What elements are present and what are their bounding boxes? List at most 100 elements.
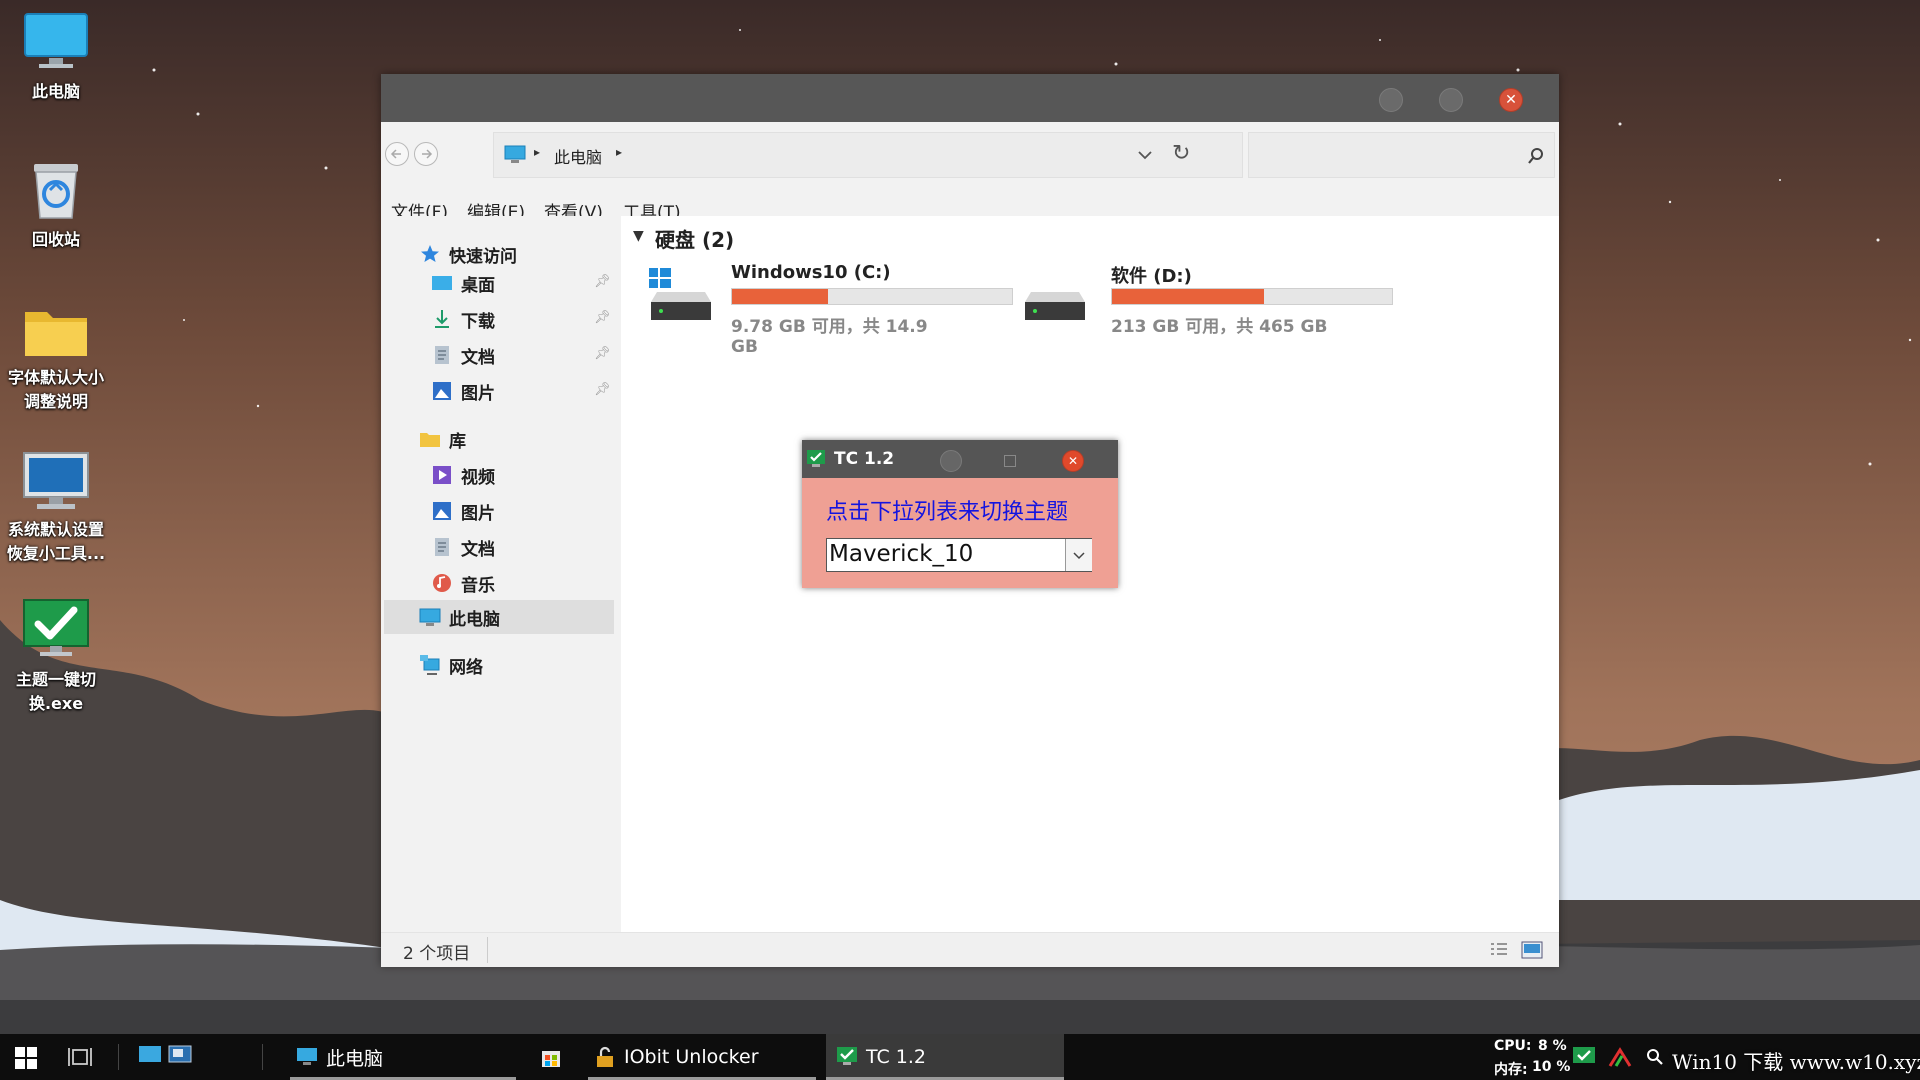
tc-titlebar[interactable]: TC 1.2 ✕ xyxy=(802,440,1118,478)
desktop-icon-recycle-bin[interactable]: 回收站 xyxy=(0,156,112,252)
switch-windows-icon[interactable] xyxy=(168,1044,192,1066)
section-title[interactable]: 硬盘 (2) xyxy=(655,224,734,253)
drive-usage-bar xyxy=(731,288,1013,305)
computer-icon xyxy=(297,1048,317,1065)
sidebar-item-label: 下载 xyxy=(461,311,495,332)
drive-free-space: 213 GB 可用，共 465 GB xyxy=(1111,317,1328,337)
search-box[interactable] xyxy=(1248,132,1555,178)
details-view-icon[interactable] xyxy=(1489,941,1509,959)
tc-title: TC 1.2 xyxy=(834,449,895,469)
breadcrumb-separator-icon: ▸ xyxy=(534,145,541,159)
search-input[interactable] xyxy=(1255,141,1509,169)
sidebar-item-library[interactable]: 库 xyxy=(419,424,466,454)
computer-icon xyxy=(504,145,526,163)
desktop-folder-icon xyxy=(432,276,452,290)
explorer-titlebar[interactable]: ✕ xyxy=(381,74,1559,122)
breadcrumb-location[interactable]: 此电脑 xyxy=(554,144,602,168)
desktop-icon-label: 回收站 xyxy=(31,230,80,249)
sidebar-item-music[interactable]: 音乐 xyxy=(431,568,495,598)
sidebar-item-documents[interactable]: 文档 xyxy=(431,340,495,370)
search-icon[interactable] xyxy=(1527,147,1545,165)
tc-minimize-button[interactable] xyxy=(940,450,962,472)
document-icon xyxy=(435,538,449,556)
desktop-icon-label: 系统默认设置 恢复小工具... xyxy=(6,520,106,563)
tc-prompt: 点击下拉列表来切换主题 xyxy=(826,500,1069,525)
large-icons-view-icon[interactable] xyxy=(1521,941,1543,959)
item-count: 2 个项目 xyxy=(403,944,471,964)
status-bar: 2 个项目 xyxy=(381,932,1559,967)
monitor-icon xyxy=(23,452,89,509)
search-icon[interactable] xyxy=(1646,1048,1664,1066)
tc-maximize-button[interactable] xyxy=(1004,455,1016,467)
back-arrow-icon xyxy=(390,149,401,159)
watermark-text: Win10 下载 www.w10.xyz xyxy=(1672,1050,1920,1074)
video-icon xyxy=(433,466,451,484)
windows-start-icon[interactable] xyxy=(14,1046,38,1070)
sidebar-item-label: 文档 xyxy=(461,347,495,368)
desktop-icon-label: 主题一键切 换.exe xyxy=(15,670,96,713)
library-folder-icon xyxy=(420,433,440,447)
refresh-icon[interactable]: ↻ xyxy=(1172,141,1190,166)
breadcrumb-separator-icon[interactable]: ▸ xyxy=(616,145,622,159)
sidebar-item-library-pictures[interactable]: 图片 xyxy=(431,496,495,526)
taskbar-item-iobit-unlocker[interactable]: IObit Unlocker xyxy=(588,1034,816,1080)
document-icon xyxy=(435,346,449,364)
sidebar-item-label: 库 xyxy=(449,431,466,452)
navigation-bar: ▸ 此电脑 ▸ ↻ xyxy=(381,122,1559,186)
show-desktop-icon[interactable] xyxy=(138,1044,162,1066)
tc-close-button[interactable]: ✕ xyxy=(1062,450,1084,472)
pin-icon[interactable]: 📌︎ xyxy=(594,346,611,361)
maximize-button[interactable] xyxy=(1439,88,1463,112)
taskbar: 此电脑 IObit Unlocker TC 1.2 CPU: 8 % 内存: 1… xyxy=(0,1034,1920,1080)
cpu-label: CPU: xyxy=(1494,1038,1532,1054)
theme-dropdown[interactable]: Maverick_10 xyxy=(826,538,1092,572)
recycle-bin-icon xyxy=(34,164,78,219)
taskbar-item-this-pc[interactable]: 此电脑 xyxy=(290,1034,516,1080)
checkmark-tray-icon[interactable] xyxy=(1572,1046,1596,1068)
close-icon: ✕ xyxy=(1505,92,1517,108)
unlock-icon xyxy=(597,1046,613,1067)
sidebar-item-pictures[interactable]: 图片 xyxy=(431,376,495,406)
sidebar-item-downloads[interactable]: 下载 xyxy=(431,304,495,334)
taskbar-item-tc[interactable]: TC 1.2 xyxy=(826,1034,1064,1080)
sidebar-item-videos[interactable]: 视频 xyxy=(431,460,495,490)
pin-icon[interactable]: 📌︎ xyxy=(594,382,611,397)
desktop-icon-label: 此电脑 xyxy=(31,82,80,101)
sidebar-item-label: 图片 xyxy=(461,383,495,404)
sidebar-item-label: 图片 xyxy=(461,503,495,524)
uplink-tray-icon[interactable] xyxy=(1608,1046,1632,1068)
address-bar[interactable]: ▸ 此电脑 ▸ ↻ xyxy=(493,132,1243,178)
drive-usage-fill xyxy=(732,289,829,304)
forward-button[interactable] xyxy=(414,142,438,166)
drive-d[interactable]: 软件 (D:) 213 GB 可用，共 465 GB xyxy=(1021,258,1393,337)
back-button[interactable] xyxy=(385,142,409,166)
star-icon xyxy=(421,245,439,262)
checkmark-app-icon xyxy=(837,1047,857,1065)
desktop-icon-theme-switcher[interactable]: 主题一键切 换.exe xyxy=(0,596,112,716)
memory-label: 内存: xyxy=(1494,1062,1528,1078)
pin-icon[interactable]: 📌︎ xyxy=(594,274,611,289)
sidebar-item-this-pc[interactable]: 此电脑 xyxy=(419,602,500,632)
pin-icon[interactable]: 📌︎ xyxy=(594,310,611,325)
collapse-triangle-icon[interactable]: ▼ xyxy=(633,228,644,244)
theme-dropdown-value: Maverick_10 xyxy=(829,541,974,567)
close-button[interactable]: ✕ xyxy=(1499,88,1523,112)
minimize-button[interactable] xyxy=(1379,88,1403,112)
sidebar-item-network[interactable]: 网络 xyxy=(419,650,483,680)
desktop-icon-label: 字体默认大小 调整说明 xyxy=(7,368,104,411)
drive-c[interactable]: Windows10 (C:) 9.78 GB 可用，共 14.9 GB xyxy=(621,258,1013,357)
desktop-icon-this-pc[interactable]: 此电脑 xyxy=(0,10,112,104)
sidebar-item-quick-access[interactable]: 快速访问 xyxy=(419,239,517,269)
desktop-icon-restore-tool[interactable]: 系统默认设置 恢复小工具... xyxy=(0,450,112,566)
theme-dropdown-button[interactable] xyxy=(1065,539,1092,571)
sidebar-item-label: 网络 xyxy=(449,657,483,678)
store-icon[interactable] xyxy=(540,1045,562,1069)
sidebar-item-library-documents[interactable]: 文档 xyxy=(431,532,495,562)
music-icon xyxy=(433,574,451,592)
tc-dialog: TC 1.2 ✕ 点击下拉列表来切换主题 Maverick_10 xyxy=(802,440,1118,588)
chevron-down-icon[interactable] xyxy=(1137,149,1153,161)
sidebar-item-label: 视频 xyxy=(461,467,495,488)
task-view-icon[interactable] xyxy=(68,1046,92,1068)
sidebar-item-desktop[interactable]: 桌面 xyxy=(431,268,495,298)
desktop-icon-font-guide-folder[interactable]: 字体默认大小 调整说明 xyxy=(0,300,112,414)
